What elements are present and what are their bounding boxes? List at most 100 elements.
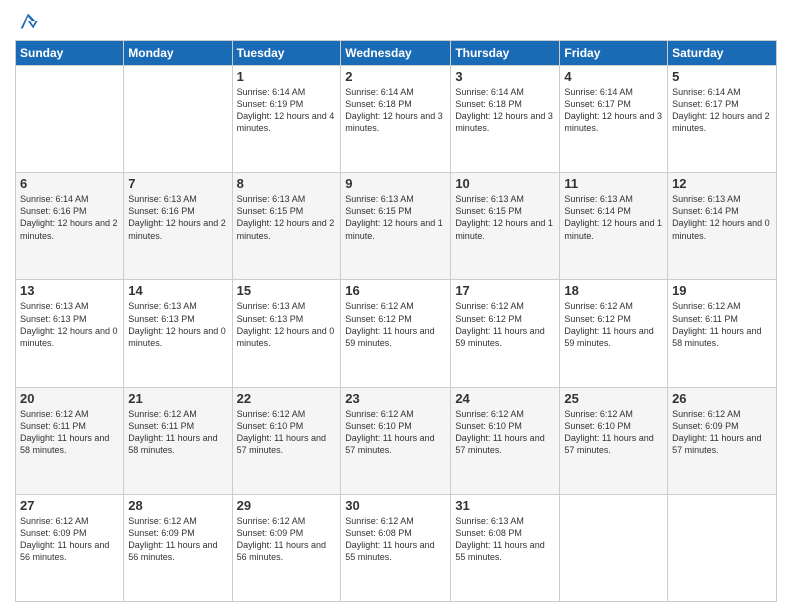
day-info: Sunrise: 6:12 AM Sunset: 6:11 PM Dayligh… bbox=[672, 300, 772, 349]
calendar-cell: 31 Sunrise: 6:13 AM Sunset: 6:08 PM Dayli… bbox=[451, 494, 560, 601]
logo-icon bbox=[17, 10, 39, 32]
day-info: Sunrise: 6:12 AM Sunset: 6:10 PM Dayligh… bbox=[237, 408, 337, 457]
calendar-cell: 21 Sunrise: 6:12 AM Sunset: 6:11 PM Dayli… bbox=[124, 387, 232, 494]
calendar-cell: 26Sunrise: 6:12 AM Sunset: 6:09 PM Dayli… bbox=[668, 387, 777, 494]
day-number: 25 bbox=[564, 391, 663, 406]
day-info: Sunrise: 6:13 AM Sunset: 6:15 PM Dayligh… bbox=[455, 193, 555, 242]
calendar-cell: 8 Sunrise: 6:13 AM Sunset: 6:15 PM Daylig… bbox=[232, 173, 341, 280]
day-info: Sunrise: 6:13 AM Sunset: 6:08 PM Dayligh… bbox=[455, 515, 555, 564]
weekday-header-tuesday: Tuesday bbox=[232, 41, 341, 66]
day-info: Sunrise: 6:13 AM Sunset: 6:14 PM Dayligh… bbox=[672, 193, 772, 242]
day-info: Sunrise: 6:12 AM Sunset: 6:10 PM Dayligh… bbox=[564, 408, 663, 457]
day-info: Sunrise: 6:14 AM Sunset: 6:17 PM Dayligh… bbox=[564, 86, 663, 135]
weekday-header-sunday: Sunday bbox=[16, 41, 124, 66]
day-number: 9 bbox=[345, 176, 446, 191]
calendar-cell: 6 Sunrise: 6:14 AM Sunset: 6:16 PM Daylig… bbox=[16, 173, 124, 280]
day-number: 7 bbox=[128, 176, 227, 191]
calendar-cell bbox=[560, 494, 668, 601]
day-info: Sunrise: 6:13 AM Sunset: 6:15 PM Dayligh… bbox=[237, 193, 337, 242]
day-info: Sunrise: 6:13 AM Sunset: 6:13 PM Dayligh… bbox=[20, 300, 119, 349]
page: SundayMondayTuesdayWednesdayThursdayFrid… bbox=[0, 0, 792, 612]
calendar-cell: 28 Sunrise: 6:12 AM Sunset: 6:09 PM Dayli… bbox=[124, 494, 232, 601]
calendar-cell: 16 Sunrise: 6:12 AM Sunset: 6:12 PM Dayli… bbox=[341, 280, 451, 387]
weekday-header-friday: Friday bbox=[560, 41, 668, 66]
calendar-cell: 3 Sunrise: 6:14 AM Sunset: 6:18 PM Daylig… bbox=[451, 66, 560, 173]
calendar-cell: 11 Sunrise: 6:13 AM Sunset: 6:14 PM Dayli… bbox=[560, 173, 668, 280]
day-number: 29 bbox=[237, 498, 337, 513]
day-number: 8 bbox=[237, 176, 337, 191]
day-number: 24 bbox=[455, 391, 555, 406]
day-number: 5 bbox=[672, 69, 772, 84]
calendar-cell: 18Sunrise: 6:12 AM Sunset: 6:12 PM Dayli… bbox=[560, 280, 668, 387]
day-number: 13 bbox=[20, 283, 119, 298]
week-row-3: 13 Sunrise: 6:13 AM Sunset: 6:13 PM Dayli… bbox=[16, 280, 777, 387]
day-number: 31 bbox=[455, 498, 555, 513]
day-number: 21 bbox=[128, 391, 227, 406]
day-number: 27 bbox=[20, 498, 119, 513]
day-info: Sunrise: 6:14 AM Sunset: 6:17 PM Dayligh… bbox=[672, 86, 772, 135]
calendar-cell: 30 Sunrise: 6:12 AM Sunset: 6:08 PM Dayli… bbox=[341, 494, 451, 601]
day-number: 20 bbox=[20, 391, 119, 406]
day-info: Sunrise: 6:13 AM Sunset: 6:13 PM Dayligh… bbox=[237, 300, 337, 349]
day-info: Sunrise: 6:14 AM Sunset: 6:18 PM Dayligh… bbox=[455, 86, 555, 135]
day-info: Sunrise: 6:14 AM Sunset: 6:18 PM Dayligh… bbox=[345, 86, 446, 135]
calendar-cell: 22Sunrise: 6:12 AM Sunset: 6:10 PM Dayli… bbox=[232, 387, 341, 494]
day-number: 2 bbox=[345, 69, 446, 84]
day-info: Sunrise: 6:12 AM Sunset: 6:09 PM Dayligh… bbox=[128, 515, 227, 564]
weekday-header-saturday: Saturday bbox=[668, 41, 777, 66]
day-number: 12 bbox=[672, 176, 772, 191]
calendar-cell: 19 Sunrise: 6:12 AM Sunset: 6:11 PM Dayli… bbox=[668, 280, 777, 387]
day-info: Sunrise: 6:12 AM Sunset: 6:10 PM Dayligh… bbox=[345, 408, 446, 457]
day-info: Sunrise: 6:14 AM Sunset: 6:19 PM Dayligh… bbox=[237, 86, 337, 135]
day-info: Sunrise: 6:13 AM Sunset: 6:16 PM Dayligh… bbox=[128, 193, 227, 242]
day-number: 15 bbox=[237, 283, 337, 298]
calendar-cell bbox=[16, 66, 124, 173]
calendar-cell bbox=[124, 66, 232, 173]
calendar-cell: 23 Sunrise: 6:12 AM Sunset: 6:10 PM Dayli… bbox=[341, 387, 451, 494]
weekday-header-monday: Monday bbox=[124, 41, 232, 66]
week-row-5: 27 Sunrise: 6:12 AM Sunset: 6:09 PM Dayli… bbox=[16, 494, 777, 601]
calendar-cell: 27Sunrise: 6:12 AM Sunset: 6:09 PM Dayli… bbox=[16, 494, 124, 601]
calendar-cell: 15 Sunrise: 6:13 AM Sunset: 6:13 PM Dayli… bbox=[232, 280, 341, 387]
calendar-cell: 20 Sunrise: 6:12 AM Sunset: 6:11 PM Dayli… bbox=[16, 387, 124, 494]
calendar-cell: 5 Sunrise: 6:14 AM Sunset: 6:17 PM Daylig… bbox=[668, 66, 777, 173]
day-info: Sunrise: 6:12 AM Sunset: 6:09 PM Dayligh… bbox=[672, 408, 772, 457]
day-info: Sunrise: 6:14 AM Sunset: 6:16 PM Dayligh… bbox=[20, 193, 119, 242]
week-row-1: 1 Sunrise: 6:14 AM Sunset: 6:19 PM Daylig… bbox=[16, 66, 777, 173]
day-number: 17 bbox=[455, 283, 555, 298]
logo bbox=[15, 10, 39, 32]
day-number: 18 bbox=[564, 283, 663, 298]
day-number: 6 bbox=[20, 176, 119, 191]
weekday-header-thursday: Thursday bbox=[451, 41, 560, 66]
calendar-cell: 9 Sunrise: 6:13 AM Sunset: 6:15 PM Daylig… bbox=[341, 173, 451, 280]
day-info: Sunrise: 6:12 AM Sunset: 6:11 PM Dayligh… bbox=[20, 408, 119, 457]
day-number: 23 bbox=[345, 391, 446, 406]
calendar-cell: 13 Sunrise: 6:13 AM Sunset: 6:13 PM Dayli… bbox=[16, 280, 124, 387]
day-number: 4 bbox=[564, 69, 663, 84]
day-info: Sunrise: 6:13 AM Sunset: 6:13 PM Dayligh… bbox=[128, 300, 227, 349]
calendar-cell: 25 Sunrise: 6:12 AM Sunset: 6:10 PM Dayli… bbox=[560, 387, 668, 494]
day-number: 1 bbox=[237, 69, 337, 84]
header bbox=[15, 10, 777, 32]
day-info: Sunrise: 6:12 AM Sunset: 6:12 PM Dayligh… bbox=[455, 300, 555, 349]
day-info: Sunrise: 6:13 AM Sunset: 6:14 PM Dayligh… bbox=[564, 193, 663, 242]
day-info: Sunrise: 6:13 AM Sunset: 6:15 PM Dayligh… bbox=[345, 193, 446, 242]
week-row-4: 20 Sunrise: 6:12 AM Sunset: 6:11 PM Dayli… bbox=[16, 387, 777, 494]
day-number: 30 bbox=[345, 498, 446, 513]
day-number: 10 bbox=[455, 176, 555, 191]
weekday-header-row: SundayMondayTuesdayWednesdayThursdayFrid… bbox=[16, 41, 777, 66]
day-number: 19 bbox=[672, 283, 772, 298]
day-info: Sunrise: 6:12 AM Sunset: 6:10 PM Dayligh… bbox=[455, 408, 555, 457]
day-info: Sunrise: 6:12 AM Sunset: 6:11 PM Dayligh… bbox=[128, 408, 227, 457]
day-number: 16 bbox=[345, 283, 446, 298]
day-info: Sunrise: 6:12 AM Sunset: 6:12 PM Dayligh… bbox=[345, 300, 446, 349]
calendar-cell: 29Sunrise: 6:12 AM Sunset: 6:09 PM Dayli… bbox=[232, 494, 341, 601]
calendar-cell: 1 Sunrise: 6:14 AM Sunset: 6:19 PM Daylig… bbox=[232, 66, 341, 173]
calendar-cell bbox=[668, 494, 777, 601]
calendar-cell: 24 Sunrise: 6:12 AM Sunset: 6:10 PM Dayli… bbox=[451, 387, 560, 494]
day-number: 28 bbox=[128, 498, 227, 513]
day-number: 11 bbox=[564, 176, 663, 191]
day-info: Sunrise: 6:12 AM Sunset: 6:08 PM Dayligh… bbox=[345, 515, 446, 564]
calendar: SundayMondayTuesdayWednesdayThursdayFrid… bbox=[15, 40, 777, 602]
day-number: 3 bbox=[455, 69, 555, 84]
